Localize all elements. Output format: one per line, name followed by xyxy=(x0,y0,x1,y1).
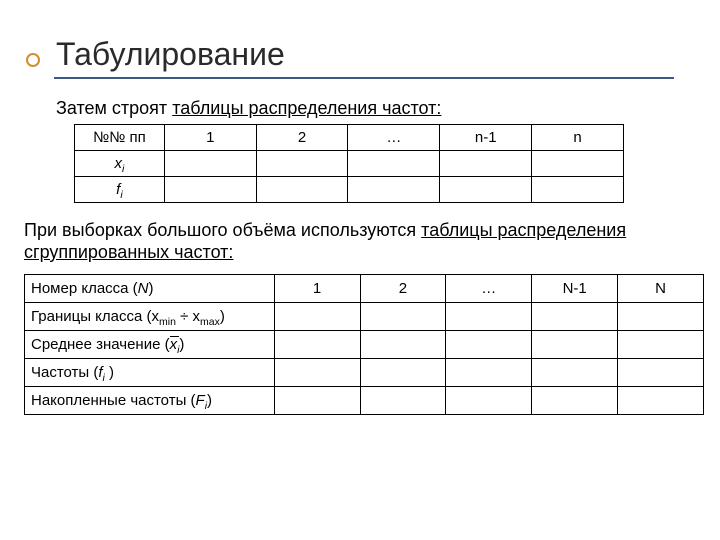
table-row: Границы класса (xmin ÷ xmax) xyxy=(25,302,704,330)
t1-row2-x: x xyxy=(115,155,123,172)
table-row: Среднее значение (xi) xyxy=(25,330,704,358)
intro-text: Затем строят таблицы распределения часто… xyxy=(56,97,680,120)
title-divider xyxy=(54,77,674,79)
table-row: Частоты (fi ) xyxy=(25,358,704,386)
slide-title: Табулирование xyxy=(56,36,680,73)
t2-c2: 2 xyxy=(360,274,446,302)
intro-underline: таблицы распределения частот: xyxy=(172,98,441,118)
table-row: Накопленные частоты (Fi) xyxy=(25,386,704,414)
intro-plain: Затем строят xyxy=(56,98,172,118)
t1-row3-sub: i xyxy=(120,189,122,201)
table-row: xi xyxy=(75,150,624,176)
grouped-intro: При выборках большого объёма используютс… xyxy=(24,219,680,264)
t1-row2-sub: i xyxy=(122,163,124,175)
t2-row3-label: Среднее значение (xi) xyxy=(25,330,275,358)
t1-c2: 2 xyxy=(256,124,348,150)
t2-c3: … xyxy=(446,274,532,302)
t2-c1: 1 xyxy=(274,274,360,302)
t2-c5: N xyxy=(618,274,704,302)
t1-c3: … xyxy=(348,124,440,150)
t2-row2-label: Границы класса (xmin ÷ xmax) xyxy=(25,302,275,330)
t1-row1-head: №№ пп xyxy=(75,124,165,150)
t1-row3-head: fi xyxy=(75,176,165,202)
frequency-table: №№ пп 1 2 … n-1 n xi fi xyxy=(74,124,624,203)
table-row: №№ пп 1 2 … n-1 n xyxy=(75,124,624,150)
slide-bullet-icon xyxy=(26,53,40,67)
t2-row4-label: Частоты (fi ) xyxy=(25,358,275,386)
grouped-frequency-table: Номер класса (N) 1 2 … N-1 N Границы кла… xyxy=(24,274,704,415)
t2-c4: N-1 xyxy=(532,274,618,302)
t1-c1: 1 xyxy=(164,124,256,150)
t1-c4: n-1 xyxy=(440,124,532,150)
t2-row1-label: Номер класса (N) xyxy=(25,274,275,302)
para2-plain: При выборках большого объёма используютс… xyxy=(24,220,421,240)
table-row: fi xyxy=(75,176,624,202)
t1-c5: n xyxy=(532,124,624,150)
t1-row2-head: xi xyxy=(75,150,165,176)
t2-row5-label: Накопленные частоты (Fi) xyxy=(25,386,275,414)
table-row: Номер класса (N) 1 2 … N-1 N xyxy=(25,274,704,302)
